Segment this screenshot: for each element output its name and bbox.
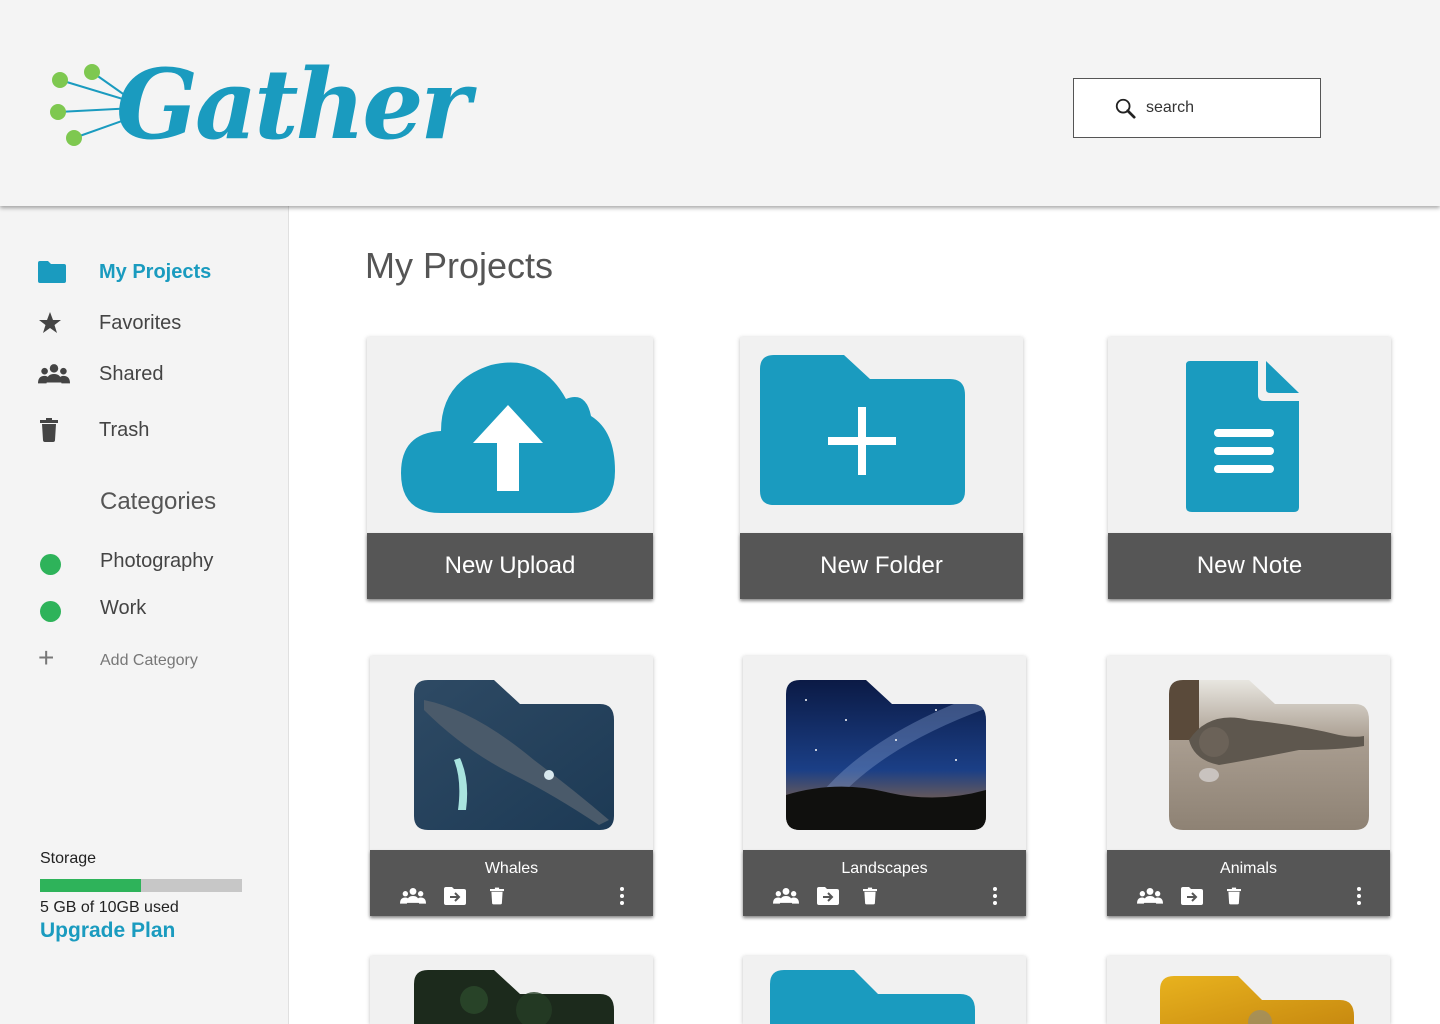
sidebar-item-label: Trash <box>99 418 150 441</box>
folder-icon <box>770 970 975 1024</box>
folder-card-whales[interactable]: Whales <box>370 656 653 916</box>
storage-progress-fill <box>40 879 141 892</box>
category-label: Work <box>100 597 147 619</box>
sidebar-item-my-projects[interactable]: My Projects <box>0 252 289 292</box>
night-sky-photo <box>786 680 986 830</box>
document-icon <box>1186 361 1299 512</box>
storage-label: Storage <box>40 850 97 867</box>
category-color-dot <box>40 554 61 575</box>
trash-icon[interactable] <box>1221 886 1247 906</box>
new-note-card[interactable]: New Note <box>1108 337 1391 599</box>
folder-add-icon <box>760 355 965 505</box>
share-icon[interactable] <box>1137 886 1163 906</box>
folder-bar: Landscapes <box>743 850 1026 916</box>
upgrade-plan-link[interactable]: Upgrade Plan <box>40 919 175 943</box>
category-label: Photography <box>100 550 214 572</box>
new-note-button[interactable]: New Note <box>1108 533 1391 599</box>
folder-icon <box>38 260 70 284</box>
storage-used-text: 5 GB of 10GB used <box>40 899 179 916</box>
new-folder-card[interactable]: New Folder <box>740 337 1023 599</box>
categories-heading: Categories <box>100 488 217 515</box>
app-header: Gather search <box>0 0 1440 206</box>
folder-name[interactable]: Whales <box>370 860 653 878</box>
sidebar-item-label: Favorites <box>99 311 182 334</box>
share-icon[interactable] <box>400 886 426 906</box>
sidebar-item-trash[interactable]: Trash <box>0 410 289 450</box>
new-upload-card[interactable]: New Upload <box>367 337 653 599</box>
new-folder-button[interactable]: New Folder <box>740 533 1023 599</box>
folder-card-partial-2[interactable] <box>743 956 1026 1024</box>
more-icon[interactable] <box>617 886 627 906</box>
search-placeholder: search <box>1146 99 1195 116</box>
gather-logo[interactable]: Gather <box>46 48 471 188</box>
sidebar-item-label: My Projects <box>99 260 212 283</box>
add-category-label: Add Category <box>100 652 198 669</box>
folder-name[interactable]: Landscapes <box>743 860 1026 878</box>
folder-card-partial-1[interactable] <box>370 956 653 1024</box>
storage-progress-bar <box>40 879 242 892</box>
folder-bar: Whales <box>370 850 653 916</box>
plus-icon: + <box>38 642 55 673</box>
cat-photo <box>1169 680 1369 830</box>
move-icon[interactable] <box>442 886 468 906</box>
page-title: My Projects <box>365 245 554 286</box>
more-icon[interactable] <box>990 886 1000 906</box>
sidebar-item-shared[interactable]: Shared <box>0 354 289 394</box>
folder-thumbnail-partial <box>414 970 614 1024</box>
trash-icon <box>38 418 70 442</box>
folder-name[interactable]: Animals <box>1107 860 1390 878</box>
whale-photo <box>414 680 614 830</box>
folder-bar: Animals <box>1107 850 1390 916</box>
trash-icon[interactable] <box>484 886 510 906</box>
trash-icon[interactable] <box>857 886 883 906</box>
folder-card-partial-3[interactable] <box>1107 956 1390 1024</box>
move-icon[interactable] <box>815 886 841 906</box>
users-icon <box>38 362 70 386</box>
more-icon[interactable] <box>1354 886 1364 906</box>
category-color-dot <box>40 601 61 622</box>
search-icon <box>1115 98 1136 119</box>
sidebar: My Projects Favorites Shared Trash Categ… <box>0 206 289 1024</box>
folder-card-landscapes[interactable]: Landscapes <box>743 656 1026 916</box>
search-input[interactable]: search <box>1073 78 1321 138</box>
sidebar-item-favorites[interactable]: Favorites <box>0 303 289 343</box>
logo-text: Gather <box>116 48 471 161</box>
sidebar-item-label: Shared <box>99 362 164 385</box>
share-icon[interactable] <box>773 886 799 906</box>
move-icon[interactable] <box>1179 886 1205 906</box>
new-upload-button[interactable]: New Upload <box>367 533 653 599</box>
star-icon <box>38 311 70 335</box>
folder-thumbnail-partial <box>1160 976 1354 1024</box>
folder-card-animals[interactable]: Animals <box>1107 656 1390 916</box>
cloud-upload-icon <box>401 362 615 513</box>
